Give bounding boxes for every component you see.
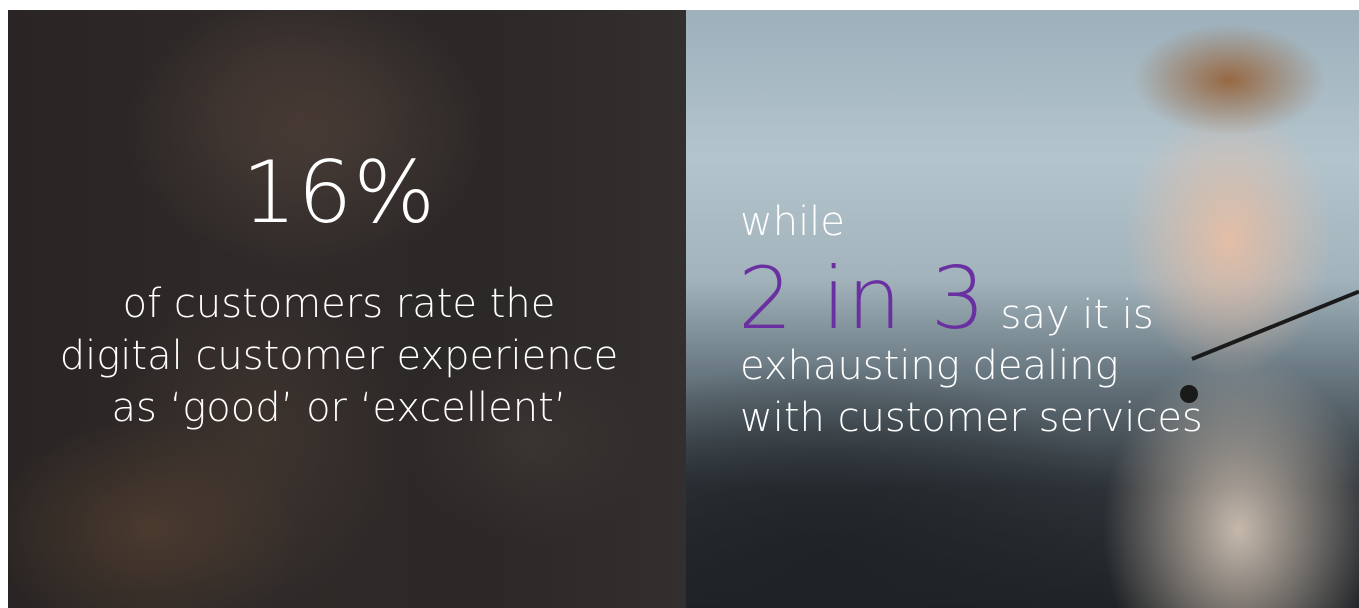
- left-caption-line: as ‘good’ or ‘excellent’: [111, 385, 567, 431]
- right-caption-line: exhausting dealing: [740, 343, 1119, 389]
- right-ratio-tail: say it is: [1000, 292, 1154, 338]
- right-stat-caption: exhausting dealing with customer service…: [740, 340, 1203, 444]
- left-stat-value: 16%: [241, 143, 437, 243]
- right-caption-line: with customer services: [740, 395, 1203, 441]
- left-caption-line: of customers rate the: [122, 281, 556, 327]
- left-stat-caption: of customers rate the digital customer e…: [0, 278, 678, 434]
- right-stat-value: 2 in 3: [738, 249, 987, 349]
- right-ratio-line: 2 in 3 say it is: [738, 256, 1154, 342]
- right-lead-text: while: [740, 199, 845, 245]
- left-caption-line: digital customer experience: [59, 333, 619, 379]
